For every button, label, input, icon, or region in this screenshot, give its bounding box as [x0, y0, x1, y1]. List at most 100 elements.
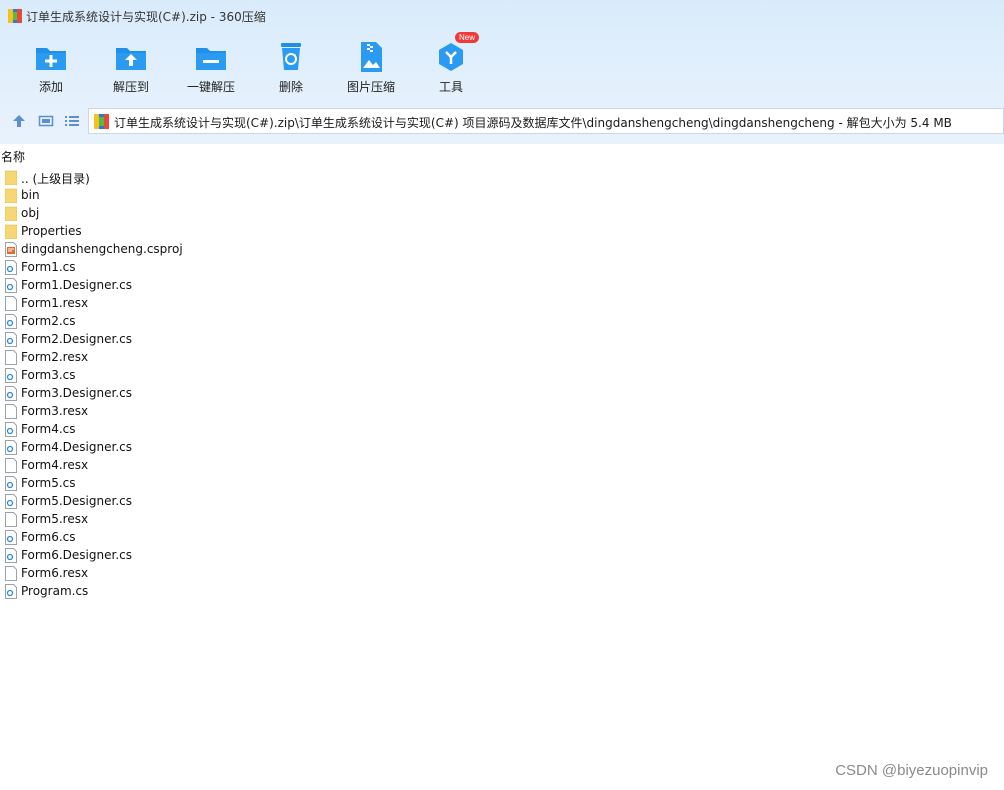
csharp-file-icon [5, 548, 17, 563]
list-item[interactable]: Form1.cs [0, 259, 1004, 277]
one-click-extract-label: 一键解压 [186, 80, 235, 94]
file-name: Form2.cs [21, 314, 76, 328]
project-file-icon [5, 242, 17, 257]
list-item[interactable]: obj [0, 205, 1004, 223]
file-name: Form4.resx [21, 458, 89, 472]
file-name: Form3.resx [21, 404, 89, 418]
one-click-extract-button[interactable]: 一键解压 [171, 38, 251, 98]
folder-icon [5, 224, 17, 239]
list-item[interactable]: Form5.Designer.cs [0, 493, 1004, 511]
list-item[interactable]: Form2.cs [0, 313, 1004, 331]
csharp-file-icon [5, 422, 17, 437]
file-name: Form3.Designer.cs [21, 386, 132, 400]
extract-folder-icon [116, 48, 146, 70]
file-name: Program.cs [21, 584, 89, 598]
csharp-file-icon [5, 314, 17, 329]
csharp-file-icon [5, 494, 17, 509]
tools-cube-icon [439, 43, 463, 71]
file-icon [5, 458, 17, 473]
file-name: Form6.Designer.cs [21, 548, 132, 562]
file-list: .. (上级目录) bin obj Properties dingdanshengche… [0, 169, 1004, 601]
list-item[interactable]: Properties [0, 223, 1004, 241]
list-item[interactable]: .. (上级目录) [0, 169, 1004, 187]
new-badge: New [455, 32, 480, 43]
folder-icon [5, 206, 17, 221]
zip-app-icon [8, 9, 22, 23]
file-name: Form2.Designer.cs [21, 332, 132, 346]
file-name: Form1.resx [21, 296, 89, 310]
list-item[interactable]: Form4.Designer.cs [0, 439, 1004, 457]
file-icon [5, 512, 17, 527]
file-icon [5, 404, 17, 419]
list-view-icon[interactable] [64, 113, 80, 129]
list-item[interactable]: Form4.resx [0, 457, 1004, 475]
image-compress-label: 图片压缩 [346, 80, 395, 94]
csharp-file-icon [5, 584, 17, 599]
folder-icon [5, 188, 17, 203]
add-button[interactable]: 添加 [11, 38, 91, 98]
list-item[interactable]: Form6.cs [0, 529, 1004, 547]
csharp-file-icon [5, 278, 17, 293]
file-name: .. (上级目录) [21, 172, 90, 186]
column-name-label: 名称 [1, 150, 26, 164]
list-item[interactable]: Program.cs [0, 583, 1004, 601]
file-name: dingdanshengcheng.csproj [21, 242, 183, 256]
file-name: Form1.Designer.cs [21, 278, 132, 292]
zip-file-icon [94, 114, 109, 129]
file-name: Properties [21, 224, 82, 238]
tools-button[interactable]: New 工具 [411, 32, 491, 98]
csharp-file-icon [5, 530, 17, 545]
window-title: 订单生成系统设计与实现(C#).zip - 360压缩 [26, 10, 266, 24]
list-item[interactable]: Form1.Designer.cs [0, 277, 1004, 295]
file-name: Form1.cs [21, 260, 76, 274]
file-name: Form6.cs [21, 530, 76, 544]
file-name: Form5.resx [21, 512, 89, 526]
list-item[interactable]: Form1.resx [0, 295, 1004, 313]
list-item[interactable]: Form2.resx [0, 349, 1004, 367]
file-name: Form5.Designer.cs [21, 494, 132, 508]
image-compress-icon [361, 42, 382, 72]
file-name: Form4.cs [21, 422, 76, 436]
watermark: CSDN @biyezuopinvip [835, 762, 988, 779]
address-path: 订单生成系统设计与实现(C#).zip\订单生成系统设计与实现(C#) 项目源码… [114, 116, 952, 130]
list-item[interactable]: Form5.cs [0, 475, 1004, 493]
add-folder-icon [36, 48, 66, 70]
list-item[interactable]: dingdanshengcheng.csproj [0, 241, 1004, 259]
list-item[interactable]: Form2.Designer.cs [0, 331, 1004, 349]
list-item[interactable]: Form3.cs [0, 367, 1004, 385]
file-name: Form6.resx [21, 566, 89, 580]
image-compress-button[interactable]: 图片压缩 [331, 38, 411, 98]
csharp-file-icon [5, 368, 17, 383]
thumbnail-view-icon[interactable] [38, 113, 54, 129]
list-item[interactable]: Form5.resx [0, 511, 1004, 529]
extract-to-button[interactable]: 解压到 [91, 38, 171, 98]
list-item[interactable]: Form3.Designer.cs [0, 385, 1004, 403]
recycle-bin-icon [281, 43, 301, 70]
list-item[interactable]: bin [0, 187, 1004, 205]
list-item[interactable]: Form3.resx [0, 403, 1004, 421]
title-bar: 订单生成系统设计与实现(C#).zip - 360压缩 [0, 0, 1004, 32]
file-icon [5, 350, 17, 365]
one-click-extract-icon [196, 48, 226, 70]
csharp-file-icon [5, 332, 17, 347]
top-chrome: 订单生成系统设计与实现(C#).zip - 360压缩 添加 解压到 一键解压 … [0, 0, 1004, 144]
column-header-name[interactable]: 名称 [0, 147, 1004, 165]
list-item[interactable]: Form4.cs [0, 421, 1004, 439]
file-name: Form4.Designer.cs [21, 440, 132, 454]
file-name: obj [21, 206, 40, 220]
delete-label: 删除 [278, 80, 303, 94]
up-arrow-icon[interactable] [11, 113, 27, 129]
list-item[interactable]: Form6.resx [0, 565, 1004, 583]
file-name: bin [21, 188, 40, 202]
csharp-file-icon [5, 440, 17, 455]
extract-to-label: 解压到 [112, 80, 149, 94]
file-icon [5, 566, 17, 581]
add-label: 添加 [38, 80, 63, 94]
file-icon [5, 296, 17, 311]
list-item[interactable]: Form6.Designer.cs [0, 547, 1004, 565]
delete-button[interactable]: 删除 [251, 38, 331, 98]
address-bar[interactable]: 订单生成系统设计与实现(C#).zip\订单生成系统设计与实现(C#) 项目源码… [88, 108, 1004, 134]
file-name: Form3.cs [21, 368, 76, 382]
csharp-file-icon [5, 260, 17, 275]
address-row: 订单生成系统设计与实现(C#).zip\订单生成系统设计与实现(C#) 项目源码… [0, 106, 1004, 138]
